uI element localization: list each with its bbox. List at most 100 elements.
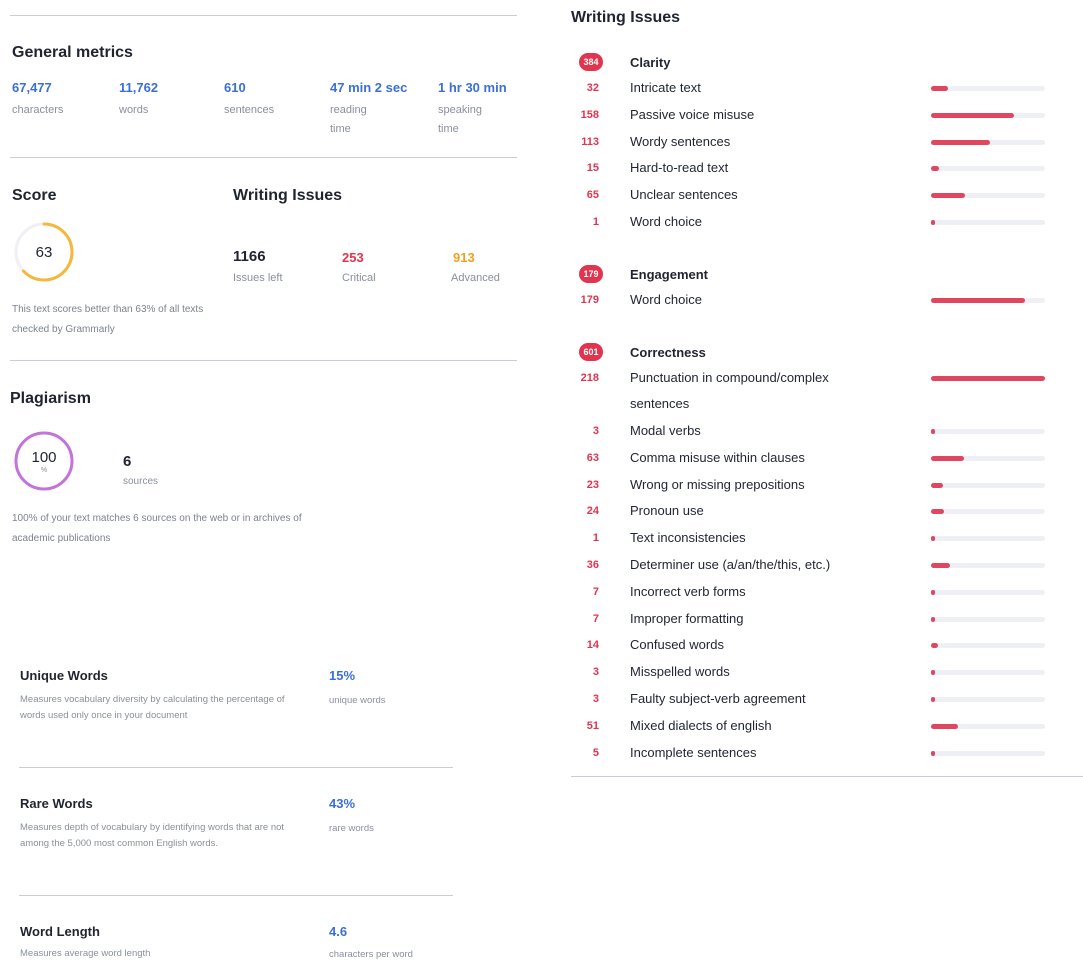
issue-row[interactable]: 24 Pronoun use xyxy=(571,498,1051,524)
issue-bar-fill xyxy=(931,643,938,649)
issue-bar-fill xyxy=(931,166,939,172)
issue-bar-fill xyxy=(931,139,990,145)
advanced-label: Advanced xyxy=(451,272,500,284)
metric-value: 67,477 xyxy=(12,80,52,95)
rare-words-description: Measures depth of vocabulary by identify… xyxy=(20,822,285,849)
issue-bar-fill xyxy=(931,455,964,461)
issue-row[interactable]: 15 Hard-to-read text xyxy=(571,155,1051,181)
rare-words-unit: rare words xyxy=(329,823,374,834)
issue-row[interactable]: 23 Wrong or missing prepositions xyxy=(571,472,1051,498)
score-description: This text scores better than 63% of all … xyxy=(12,304,204,335)
issue-row[interactable]: 5 Incomplete sentences xyxy=(571,740,1051,766)
issue-label: Wrong or missing prepositions xyxy=(630,476,805,492)
issue-row[interactable]: 65 Unclear sentences xyxy=(571,182,1051,208)
metric-characters: 67,477 characters xyxy=(12,80,63,120)
issue-row[interactable]: 36 Determiner use (a/an/the/this, etc.) xyxy=(571,552,1051,578)
plagiarism-unit: % xyxy=(40,467,48,474)
critical-label: Critical xyxy=(342,272,376,284)
divider xyxy=(10,360,517,361)
issue-bar-fill xyxy=(931,429,935,434)
issue-label: Improper formatting xyxy=(630,610,744,626)
metric-label: words xyxy=(119,104,149,116)
divider xyxy=(571,776,1083,777)
issue-count: 23 xyxy=(586,478,599,491)
issue-row[interactable]: 218 Punctuation in compound/complex sente… xyxy=(571,365,1051,417)
issue-bar-track xyxy=(931,536,1045,542)
issue-count: 3 xyxy=(592,666,599,679)
issue-row[interactable]: 14 Confused words xyxy=(571,632,1051,658)
issue-label: Modal verbs xyxy=(630,423,701,438)
divider xyxy=(10,157,517,158)
issue-row[interactable]: 63 Comma misuse within clauses xyxy=(571,445,1051,471)
metric-label: sentences xyxy=(224,104,275,116)
metric-value: 610 xyxy=(224,80,246,95)
word-length-unit: characters per word xyxy=(329,949,413,960)
writing-issues-title: Writing Issues xyxy=(571,9,681,26)
issue-bar-fill xyxy=(931,509,944,515)
issue-bar-fill xyxy=(931,482,943,488)
issue-count: 14 xyxy=(586,639,599,652)
advanced-value: 913 xyxy=(453,250,475,265)
issue-bar-track xyxy=(931,298,1045,303)
issue-row[interactable]: 179 Word choice xyxy=(571,287,1051,313)
issue-label: Text inconsistencies xyxy=(630,530,746,546)
issue-label: Wordy sentences xyxy=(630,133,731,149)
issue-label: Word choice xyxy=(630,292,703,307)
issue-row[interactable]: 7 Incorrect verb forms xyxy=(571,579,1051,605)
issue-row[interactable]: 7 Improper formatting xyxy=(571,606,1051,632)
issue-row[interactable]: 158 Passive voice misuse xyxy=(571,102,1051,128)
rare-words-value: 43% xyxy=(329,796,356,811)
issue-count: 218 xyxy=(580,372,599,384)
issue-row[interactable]: 3 Faulty subject-verb agreement xyxy=(571,686,1051,712)
metric-label: reading time xyxy=(330,104,367,135)
issue-bar-fill xyxy=(931,86,948,91)
issue-row[interactable]: 1 Word choice xyxy=(571,209,1051,235)
rare-words-title: Rare Words xyxy=(20,796,93,811)
issue-count: 7 xyxy=(592,612,599,625)
issue-row[interactable]: 3 Misspelled words xyxy=(571,659,1051,685)
issue-count: 179 xyxy=(580,294,599,306)
issue-label: Incomplete sentences xyxy=(630,744,757,760)
issue-count: 3 xyxy=(592,693,599,705)
issue-label: Faulty subject-verb agreement xyxy=(630,691,806,706)
category-count-badge: 179 xyxy=(579,265,603,283)
issue-label: Passive voice misuse xyxy=(630,106,755,122)
metric-speaking-time: 1 hr 30 min speaking time xyxy=(438,80,518,139)
writing-issues-summary-title: Writing Issues xyxy=(233,187,343,204)
plagiarism-description: 100% of your text matches 6 sources on t… xyxy=(12,513,302,544)
metric-label: speaking time xyxy=(438,104,483,135)
issue-row[interactable]: 51 Mixed dialects of english xyxy=(571,713,1051,739)
issue-row[interactable]: 3 Modal verbs xyxy=(571,418,1051,444)
issue-label: Unclear sentences xyxy=(630,187,738,203)
issue-label: Incorrect verb forms xyxy=(630,583,746,599)
score-value: 63 xyxy=(35,243,53,261)
issue-bar-fill xyxy=(931,536,935,542)
category-title: Engagement xyxy=(630,267,709,282)
issues-left-label: Issues left xyxy=(233,272,283,284)
issue-bar-track xyxy=(931,643,1045,649)
issue-bar-track xyxy=(931,86,1045,91)
issue-bar-fill xyxy=(931,298,1025,303)
issue-count: 15 xyxy=(586,162,599,175)
category-count-badge: 384 xyxy=(579,53,603,71)
issue-bar-track xyxy=(931,429,1045,434)
issue-bar-fill xyxy=(931,616,935,622)
issue-row[interactable]: 113 Wordy sentences xyxy=(571,129,1051,155)
issue-bar-track xyxy=(931,723,1045,729)
critical-value: 253 xyxy=(342,250,364,265)
issue-bar-fill xyxy=(931,220,935,225)
issue-row[interactable]: 1 Text inconsistencies xyxy=(571,525,1051,551)
unique-words-title: Unique Words xyxy=(20,668,108,683)
issue-bar-track xyxy=(931,139,1045,145)
sources-count: 6 xyxy=(123,453,132,470)
plagiarism-value: 100 xyxy=(31,449,57,466)
category-title: Clarity xyxy=(630,55,671,70)
divider xyxy=(10,15,517,16)
metric-value: 1 hr 30 min xyxy=(438,80,507,95)
issue-label: Word choice xyxy=(630,214,703,229)
unique-words-value: 15% xyxy=(329,668,356,683)
general-metrics-title: General metrics xyxy=(12,44,133,61)
issue-row[interactable]: 32 Intricate text xyxy=(571,75,1051,101)
issue-count: 63 xyxy=(586,451,599,464)
issue-bar-track xyxy=(931,166,1045,172)
